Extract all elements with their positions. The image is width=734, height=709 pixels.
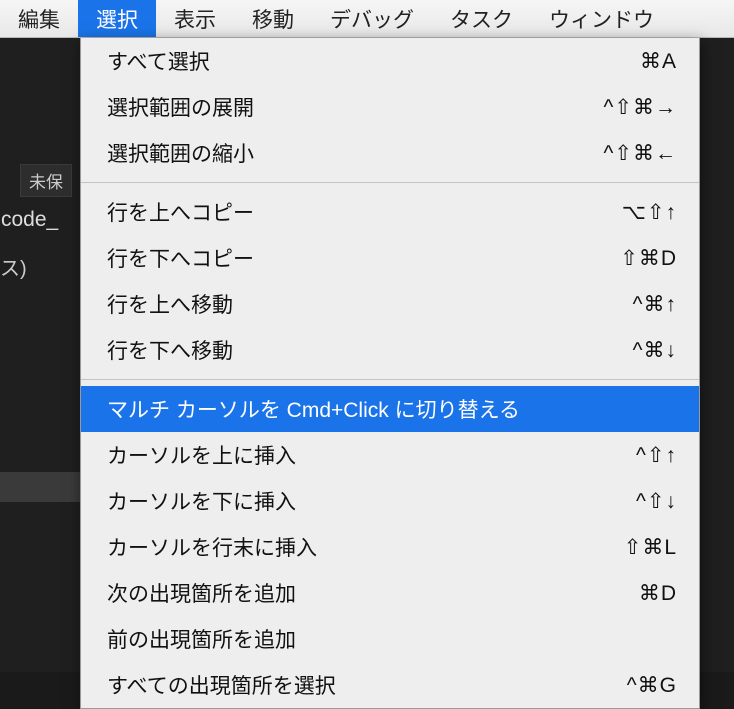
menu-separator: [81, 182, 699, 183]
menu-shortcut: ⇧⌘D: [620, 246, 677, 271]
menu-add-next-occurrence[interactable]: 次の出現箇所を追加 ⌘D: [81, 570, 699, 616]
menu-cursor-insert-below[interactable]: カーソルを下に挿入 ^⇧↓: [81, 478, 699, 524]
menu-expand-selection[interactable]: 選択範囲の展開 ^⇧⌘→: [81, 84, 699, 130]
menubar-debug[interactable]: デバッグ: [312, 0, 432, 37]
menubar-window[interactable]: ウィンドウ: [531, 0, 672, 37]
menu-shortcut: ^⇧↑: [636, 443, 677, 468]
menu-shortcut: ^⇧⌘←: [604, 141, 677, 166]
editor-line-highlight: [0, 472, 80, 502]
menu-multicursor-toggle[interactable]: マルチ カーソルを Cmd+Click に切り替える: [81, 386, 699, 432]
menubar-tasks[interactable]: タスク: [432, 0, 531, 37]
menu-label: 次の出現箇所を追加: [107, 578, 296, 608]
menu-label: すべて選択: [107, 46, 210, 76]
menu-label: カーソルを行末に挿入: [107, 532, 317, 562]
menubar-edit[interactable]: 編集: [0, 0, 78, 37]
file-label: code_: [0, 208, 58, 232]
menubar: 編集 選択 表示 移動 デバッグ タスク ウィンドウ: [0, 0, 734, 38]
menu-copy-line-down[interactable]: 行を下へコピー ⇧⌘D: [81, 235, 699, 281]
menu-move-line-up[interactable]: 行を上へ移動 ^⌘↑: [81, 281, 699, 327]
tab-unsaved-badge: 未保: [20, 164, 72, 197]
select-menu-dropdown: すべて選択 ⌘A 選択範囲の展開 ^⇧⌘→ 選択範囲の縮小 ^⇧⌘← 行を上へコ…: [80, 38, 700, 709]
menu-shortcut: ^⌘↑: [633, 292, 677, 317]
menu-separator: [81, 379, 699, 380]
tab-area: 未保 code_ ス): [0, 164, 80, 254]
menu-shortcut: ⇧⌘L: [624, 535, 677, 560]
menu-copy-line-up[interactable]: 行を上へコピー ⌥⇧↑: [81, 189, 699, 235]
menu-label: 前の出現箇所を追加: [107, 624, 296, 654]
menu-label: 選択範囲の縮小: [107, 138, 254, 168]
menu-shortcut: ^⌘G: [627, 673, 677, 698]
menu-select-all-occurrences[interactable]: すべての出現箇所を選択 ^⌘G: [81, 662, 699, 708]
menu-shortcut: ^⇧↓: [636, 489, 677, 514]
menu-shortcut: ⌘D: [639, 581, 677, 606]
menubar-go[interactable]: 移動: [234, 0, 312, 37]
menu-label: すべての出現箇所を選択: [107, 670, 336, 700]
menu-select-all[interactable]: すべて選択 ⌘A: [81, 38, 699, 84]
menu-shortcut: ⌘A: [640, 49, 677, 74]
menubar-view[interactable]: 表示: [156, 0, 234, 37]
menu-label: カーソルを上に挿入: [107, 440, 296, 470]
menu-label: 選択範囲の展開: [107, 92, 254, 122]
menu-label: 行を下へコピー: [107, 243, 254, 273]
paren-label: ス): [0, 252, 27, 281]
menu-label: カーソルを下に挿入: [107, 486, 296, 516]
menu-label: 行を下へ移動: [107, 335, 233, 365]
menu-shrink-selection[interactable]: 選択範囲の縮小 ^⇧⌘←: [81, 130, 699, 176]
menu-move-line-down[interactable]: 行を下へ移動 ^⌘↓: [81, 327, 699, 373]
menu-shortcut: ^⌘↓: [633, 338, 677, 363]
menu-shortcut: ^⇧⌘→: [604, 95, 677, 120]
menu-shortcut: ⌥⇧↑: [622, 200, 677, 225]
menu-label: 行を上へコピー: [107, 197, 254, 227]
menu-label: 行を上へ移動: [107, 289, 233, 319]
menu-add-prev-occurrence[interactable]: 前の出現箇所を追加: [81, 616, 699, 662]
menu-label: マルチ カーソルを Cmd+Click に切り替える: [107, 394, 520, 424]
menubar-select[interactable]: 選択: [78, 0, 156, 37]
menu-cursor-insert-line-end[interactable]: カーソルを行末に挿入 ⇧⌘L: [81, 524, 699, 570]
menu-cursor-insert-above[interactable]: カーソルを上に挿入 ^⇧↑: [81, 432, 699, 478]
